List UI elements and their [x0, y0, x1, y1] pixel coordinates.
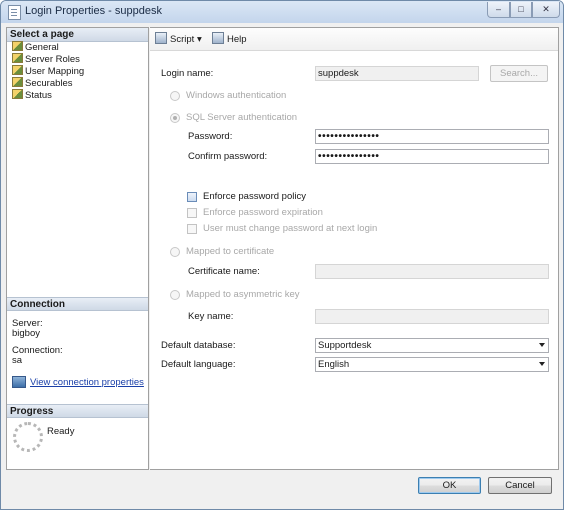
- windows-auth-radio[interactable]: [170, 91, 180, 101]
- minimize-button[interactable]: –: [487, 2, 510, 18]
- must-change-checkbox[interactable]: [187, 224, 197, 234]
- main-panel: Script ▾ Help Login name: suppdesk Searc…: [150, 27, 559, 470]
- script-label: Script: [170, 34, 195, 45]
- must-change-label: User must change password at next login: [203, 223, 378, 234]
- page-icon: [12, 65, 23, 75]
- chevron-down-icon: ▾: [196, 34, 202, 45]
- password-field[interactable]: •••••••••••••••: [315, 129, 549, 144]
- mapped-cert-radio[interactable]: [170, 247, 180, 257]
- confirm-password-label: Confirm password:: [188, 151, 268, 162]
- password-label: Password:: [188, 131, 233, 142]
- maximize-button[interactable]: □: [510, 2, 532, 18]
- enforce-policy-label: Enforce password policy: [203, 191, 306, 202]
- enforce-policy-checkbox[interactable]: [187, 192, 197, 202]
- server-value: bigboy: [12, 328, 40, 339]
- sidebar: Select a page General Server Roles User …: [6, 27, 149, 470]
- confirm-password-field[interactable]: •••••••••••••••: [315, 149, 549, 164]
- page-item-server-roles[interactable]: Server Roles: [12, 53, 80, 65]
- view-connection-properties-link[interactable]: View connection properties: [30, 377, 144, 388]
- login-name-label: Login name:: [161, 68, 214, 79]
- help-icon: [212, 32, 224, 44]
- cancel-button[interactable]: Cancel: [488, 477, 552, 494]
- windows-auth-label: Windows authentication: [186, 90, 287, 101]
- page-icon: [12, 53, 23, 63]
- sql-auth-radio[interactable]: [170, 113, 180, 123]
- connection-properties-icon: [12, 376, 26, 388]
- default-language-select[interactable]: English: [315, 357, 549, 372]
- progress-header: Progress: [7, 404, 148, 418]
- window-document-icon: [8, 5, 21, 20]
- page-item-label: Status: [25, 90, 52, 101]
- dialog-footer: OK Cancel: [6, 472, 559, 505]
- mapped-key-label: Mapped to asymmetric key: [186, 289, 300, 300]
- key-name-label: Key name:: [188, 311, 234, 322]
- chevron-down-icon: [539, 343, 545, 347]
- window-title: Login Properties - suppdesk: [25, 5, 162, 17]
- page-item-label: General: [25, 42, 59, 53]
- page-item-user-mapping[interactable]: User Mapping: [12, 65, 84, 77]
- page-item-label: User Mapping: [25, 66, 85, 77]
- mapped-key-radio[interactable]: [170, 290, 180, 300]
- help-label: Help: [227, 34, 247, 45]
- page-icon: [12, 89, 23, 99]
- default-language-value: English: [318, 359, 350, 370]
- default-database-label: Default database:: [161, 340, 236, 351]
- cert-name-label: Certificate name:: [188, 266, 260, 277]
- sql-auth-label: SQL Server authentication: [186, 112, 298, 123]
- enforce-expiration-checkbox[interactable]: [187, 208, 197, 218]
- login-properties-window: Login Properties - suppdesk – □ ✕ Select…: [0, 0, 564, 510]
- mapped-cert-label: Mapped to certificate: [186, 246, 275, 257]
- key-name-field[interactable]: [315, 309, 549, 324]
- ok-button[interactable]: OK: [418, 477, 481, 494]
- default-database-value: Supportdesk: [318, 340, 372, 351]
- page-icon: [12, 41, 23, 51]
- default-database-select[interactable]: Supportdesk: [315, 338, 549, 353]
- help-button[interactable]: Help: [212, 32, 247, 46]
- enforce-expiration-label: Enforce password expiration: [203, 207, 323, 218]
- title-bar[interactable]: Login Properties - suppdesk – □ ✕: [1, 1, 563, 23]
- chevron-down-icon: [539, 362, 545, 366]
- page-item-securables[interactable]: Securables: [12, 77, 73, 89]
- script-button[interactable]: Script ▾: [155, 32, 202, 46]
- progress-status: Ready: [47, 426, 75, 437]
- close-button[interactable]: ✕: [532, 2, 560, 18]
- connection-header: Connection: [7, 297, 148, 311]
- default-language-label: Default language:: [161, 359, 236, 370]
- toolbar: Script ▾ Help: [150, 28, 558, 51]
- page-item-status[interactable]: Status: [12, 89, 52, 101]
- page-icon: [12, 77, 23, 87]
- connection-value: sa: [12, 355, 23, 366]
- select-page-header: Select a page: [7, 28, 148, 42]
- script-icon: [155, 32, 167, 44]
- cert-name-field[interactable]: [315, 264, 549, 279]
- progress-spinner-icon: [13, 422, 43, 452]
- login-name-field[interactable]: suppdesk: [315, 66, 479, 81]
- page-item-general[interactable]: General: [12, 41, 59, 53]
- search-button[interactable]: Search...: [490, 65, 548, 82]
- page-item-label: Server Roles: [25, 54, 80, 65]
- page-item-label: Securables: [25, 78, 73, 89]
